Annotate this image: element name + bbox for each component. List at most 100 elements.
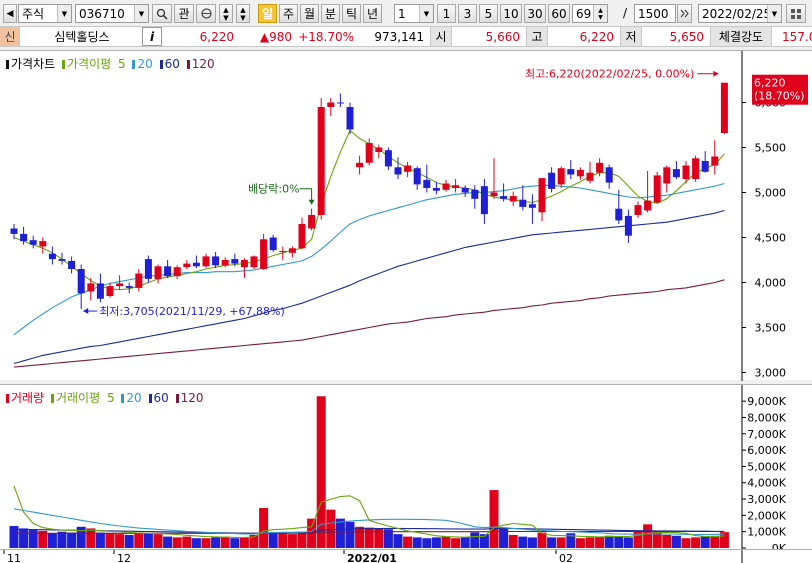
volume-bar xyxy=(700,536,710,548)
price-legend: 가격차트 가격이평 5 20 60 120 xyxy=(6,55,218,72)
sync-button[interactable] xyxy=(196,4,216,23)
interval-select-value: 1 xyxy=(398,6,406,21)
price-tick-label: 4,000 xyxy=(755,277,787,290)
volume-tick-label: 7,000K xyxy=(747,428,786,441)
quick-interval-1[interactable]: 3 xyxy=(458,4,477,23)
settings-icon xyxy=(791,8,801,19)
volume-bar xyxy=(671,535,681,548)
volume-bar xyxy=(143,533,153,548)
volume-bar xyxy=(268,532,278,548)
price-tick-label: 5,500 xyxy=(755,142,787,155)
legend-marker xyxy=(50,394,54,403)
volume-bar xyxy=(710,535,720,548)
search-button[interactable] xyxy=(152,4,172,23)
x-tick-label: 02 xyxy=(559,552,573,563)
volume-chart: 9,000K 8,000K 7,000K 6,000K 5,000K 4,000K 3,00… xyxy=(9,385,787,550)
volume-bar xyxy=(211,537,221,548)
candle xyxy=(231,259,239,264)
price-change: ▲980 xyxy=(259,29,292,44)
candle xyxy=(87,283,95,292)
volume-bar xyxy=(259,508,269,548)
volume-tick-label: 6,000K xyxy=(747,444,786,457)
volume-legend: 거래량 거래이평 5 20 60 120 xyxy=(6,389,207,406)
trade-volume: 973,141 xyxy=(374,29,424,44)
candle xyxy=(202,256,210,267)
quick-interval-3[interactable]: 10 xyxy=(500,4,522,23)
info-button[interactable]: i xyxy=(142,27,162,46)
count-input[interactable]: 69 ▲ ▼ xyxy=(572,4,608,23)
quote-bar: 신 심텍홀딩스 i 6,220 ▲980 +18.70% 973,141 시 5… xyxy=(0,27,812,47)
legend-marker xyxy=(132,60,136,69)
x-axis: 11 12 2022/01 02 xyxy=(0,549,812,563)
volume-bar xyxy=(134,532,144,548)
volume-tick-label: 5,000K xyxy=(747,460,786,473)
total-count-input[interactable]: 1500 xyxy=(634,4,676,23)
candle xyxy=(538,178,546,213)
candle xyxy=(509,196,517,202)
candle xyxy=(692,158,700,179)
volume-bar xyxy=(316,396,326,548)
volume-chart-panel[interactable]: 거래량 거래이평 5 20 60 120 9,000K 8,000K 7,000K 6… xyxy=(0,384,812,550)
price-chart-panel[interactable]: 가격차트 가격이평 5 20 60 120 6,0005,5005,0004,5… xyxy=(0,50,812,381)
candle xyxy=(173,267,181,277)
price-tick-label: 3,500 xyxy=(755,322,787,335)
volume-bar xyxy=(163,536,173,548)
interval-select[interactable]: 1 ▼ xyxy=(394,4,434,23)
volume-bar xyxy=(28,530,38,548)
next-button[interactable] xyxy=(677,4,692,23)
candle xyxy=(346,107,354,130)
price-tick-label: 3,000 xyxy=(755,367,787,380)
period-tab-5[interactable]: 년 xyxy=(363,4,382,23)
price-chart: 6,0005,5005,0004,5004,0003,5003,0006,220… xyxy=(10,51,808,381)
candle xyxy=(308,215,316,229)
candle xyxy=(605,167,613,183)
quick-interval-4[interactable]: 30 xyxy=(524,4,546,23)
candle xyxy=(519,199,527,207)
candle xyxy=(240,260,248,268)
candle xyxy=(567,169,575,175)
code-input[interactable]: 036710 ▼ xyxy=(75,4,149,23)
period-tab-3[interactable]: 분 xyxy=(321,4,340,23)
candle xyxy=(644,200,652,211)
ma120-label: 120 xyxy=(191,57,215,71)
stepper-button[interactable]: ▲ ▼ xyxy=(219,4,233,23)
volume-bar xyxy=(681,538,691,548)
ma20-label: 20 xyxy=(137,57,153,71)
date-picker[interactable]: 2022/02/25 ▼ xyxy=(698,4,782,23)
volume-bar xyxy=(47,533,57,548)
period-tab-2[interactable]: 월 xyxy=(300,4,319,23)
candle xyxy=(624,215,632,236)
high-label: 고 xyxy=(526,27,548,46)
quick-interval-0[interactable]: 1 xyxy=(437,4,456,23)
market-select[interactable]: 주식 ▼ xyxy=(18,4,72,23)
candle xyxy=(548,172,556,189)
quick-interval-5[interactable]: 60 xyxy=(548,4,570,23)
period-tab-0[interactable]: 일 xyxy=(258,4,277,23)
volume-bar xyxy=(422,538,432,548)
stepper-button[interactable]: ▲ ▼ xyxy=(236,4,250,23)
volume-bar xyxy=(230,538,240,548)
candle xyxy=(96,283,104,299)
volume-bar xyxy=(547,537,557,548)
toolbar: ◀ 주식 ▼ 036710 ▼ 관 ▲ ▼ ▲ ▼ 일주월분틱년 1 ▼ 1 3 5 10… xyxy=(0,0,812,27)
interest-button[interactable]: 관 xyxy=(174,4,194,23)
candle xyxy=(576,170,584,177)
period-tab-4[interactable]: 틱 xyxy=(342,4,361,23)
dividend-annotation: 배당락:0% xyxy=(248,183,300,196)
strength-value: 157.0 xyxy=(782,29,812,44)
settings-button[interactable] xyxy=(786,4,806,23)
ma120-line xyxy=(13,279,725,368)
period-tab-1[interactable]: 주 xyxy=(279,4,298,23)
volume-bar xyxy=(623,537,633,548)
candle xyxy=(250,256,258,268)
code-input-value: 036710 xyxy=(79,6,125,21)
volume-tick-label: 8,000K xyxy=(747,411,786,424)
count-stepper[interactable]: ▲ ▼ xyxy=(593,5,607,22)
legend-marker xyxy=(186,60,190,69)
candle xyxy=(720,82,728,134)
candle xyxy=(29,240,37,245)
quick-interval-2[interactable]: 5 xyxy=(479,4,498,23)
menu-arrow-button[interactable]: ◀ xyxy=(3,4,17,23)
volume-tick-label: 3,000K xyxy=(747,493,786,506)
candle xyxy=(48,253,56,260)
